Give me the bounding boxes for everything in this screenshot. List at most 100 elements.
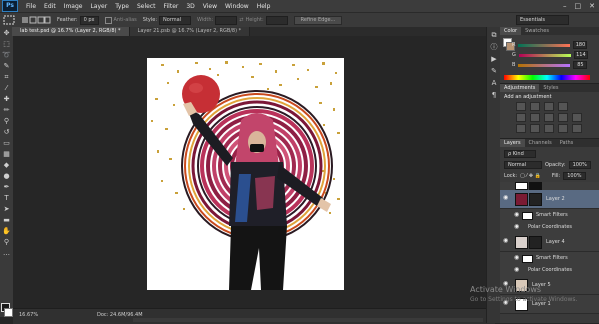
character-icon[interactable]: A [490,79,498,87]
feather-input[interactable]: 0 px [79,15,99,25]
fill-input[interactable]: 100% [563,172,586,180]
quick-select-tool-icon[interactable]: ✎ [2,62,11,71]
dodge-tool-icon[interactable]: ● [2,172,11,181]
b-slider[interactable] [518,63,571,67]
tab-layer-21[interactable]: Layer 21.psb @ 16.7% (Layer 2, RGB/8) * [129,27,251,36]
menu-type[interactable]: Type [115,3,129,10]
style-select[interactable]: Normal [159,15,192,25]
shape-tool-icon[interactable]: ▬ [2,216,11,225]
tab-paths[interactable]: Paths [556,139,578,147]
filter-row[interactable]: ◉ Polar Coordinates [500,221,599,233]
close-icon[interactable]: ✕ [589,2,595,10]
background-color-swatch[interactable] [4,308,13,317]
eraser-tool-icon[interactable]: ▭ [2,139,11,148]
properties-icon[interactable]: ⓘ [490,43,498,51]
eyedropper-tool-icon[interactable]: ⁄ [2,84,11,93]
actions-icon[interactable]: ▶ [490,55,498,63]
r-value[interactable]: 180 [573,41,588,49]
posterize-icon[interactable] [530,124,540,133]
gradient-tool-icon[interactable]: ▦ [2,150,11,159]
invert-icon[interactable] [516,124,526,133]
tab-color[interactable]: Color [500,27,522,35]
blend-mode-select[interactable]: Normal [504,161,542,169]
zoom-level[interactable]: 16.67% [19,312,38,318]
exposure-icon[interactable] [558,102,568,111]
clone-stamp-tool-icon[interactable]: ⚲ [2,117,11,126]
smart-filters-row[interactable]: ◉ Smart Filters [500,252,599,264]
maximize-icon[interactable]: □ [575,2,582,10]
lock-icons[interactable]: ▢ ⁄ ✥ 🔒 [520,173,541,179]
brightness-contrast-icon[interactable] [516,102,526,111]
move-tool-icon[interactable]: ✥ [2,29,11,38]
menu-edit[interactable]: Edit [44,3,56,10]
paragraph-icon[interactable]: ¶ [490,91,498,99]
b-value[interactable]: 85 [573,61,588,69]
crop-tool-icon[interactable]: ⌗ [2,73,11,82]
height-input[interactable] [265,15,288,25]
path-select-tool-icon[interactable]: ➤ [2,205,11,214]
hue-saturation-icon[interactable] [530,113,540,122]
hand-tool-icon[interactable]: ✋ [2,227,11,236]
healing-brush-tool-icon[interactable]: ✚ [2,95,11,104]
g-slider[interactable] [518,53,571,57]
visibility-eye-icon[interactable]: ◉ [514,267,520,273]
layer-row-layer-4[interactable]: ◉ Layer 4 [500,233,599,252]
vibrance-icon[interactable] [516,113,526,122]
threshold-icon[interactable] [544,124,554,133]
refine-edge-button[interactable]: Refine Edge... [293,15,343,25]
zoom-tool-icon[interactable]: ⚲ [2,238,11,247]
menu-layer[interactable]: Layer [90,3,107,10]
pen-tool-icon[interactable]: ✒ [2,183,11,192]
canvas-area[interactable] [13,36,495,308]
curves-icon[interactable] [544,102,554,111]
tab-lab-test[interactable]: lab test.psd @ 16.7% (Layer 2, RGB/8) * [12,27,130,36]
selection-mode-icons[interactable] [21,16,51,25]
edit-toolbar-icon[interactable]: … [2,249,11,258]
brush-tool-icon[interactable]: ✏ [2,106,11,115]
menu-help[interactable]: Help [257,3,271,10]
visibility-eye-icon[interactable]: ◉ [514,255,520,261]
visibility-eye-icon[interactable]: ◉ [514,224,520,230]
minimize-icon[interactable]: – [563,2,567,10]
g-value[interactable]: 114 [573,51,588,59]
visibility-eye-icon[interactable]: ◉ [514,212,520,218]
menu-view[interactable]: View [203,3,217,10]
antialias-checkbox[interactable] [104,16,112,24]
history-brush-tool-icon[interactable]: ↺ [2,128,11,137]
color-spectrum[interactable] [504,75,590,80]
opacity-input[interactable]: 100% [568,161,591,169]
selective-color-icon[interactable] [572,124,582,133]
visibility-eye-icon[interactable]: ◉ [503,195,509,201]
visibility-eye-icon[interactable]: ◉ [503,238,509,244]
levels-icon[interactable] [530,102,540,111]
menu-file[interactable]: File [26,3,36,10]
swap-icon[interactable]: ⇄ [239,17,243,23]
document-canvas[interactable] [147,58,344,290]
layer-name[interactable]: Layer 4 [546,239,565,245]
brush-presets-icon[interactable]: ✎ [490,67,498,75]
layer-row-layer-2[interactable]: ◉ Layer 2 [500,190,599,209]
blur-tool-icon[interactable]: ◆ [2,161,11,170]
menu-window[interactable]: Window [225,3,249,10]
tab-swatches[interactable]: Swatches [521,27,553,35]
r-slider[interactable] [518,43,571,47]
tab-channels[interactable]: Channels [525,139,556,147]
layer-filter-select[interactable]: ρ Kind [504,150,536,158]
filter-row[interactable]: ◉ Polar Coordinates [500,264,599,276]
gradient-map-icon[interactable] [558,124,568,133]
tab-adjustments[interactable]: Adjustments [500,84,540,92]
tab-styles[interactable]: Styles [539,84,562,92]
menu-3d[interactable]: 3D [186,3,194,10]
black-white-icon[interactable] [558,113,568,122]
menu-image[interactable]: Image [64,3,83,10]
photo-filter-icon[interactable] [572,113,582,122]
smart-filters-row[interactable]: ◉ Smart Filters [500,209,599,221]
horizontal-scrollbar[interactable] [133,318,483,322]
layer-name[interactable]: Layer 2 [546,196,565,202]
color-balance-icon[interactable] [544,113,554,122]
marquee-tool-icon[interactable]: ⬚ [2,40,11,49]
menu-filter[interactable]: Filter [164,3,179,10]
lasso-tool-icon[interactable]: ➰ [2,51,11,60]
width-input[interactable] [215,15,238,25]
workspace-select[interactable]: Essentials [516,15,569,25]
